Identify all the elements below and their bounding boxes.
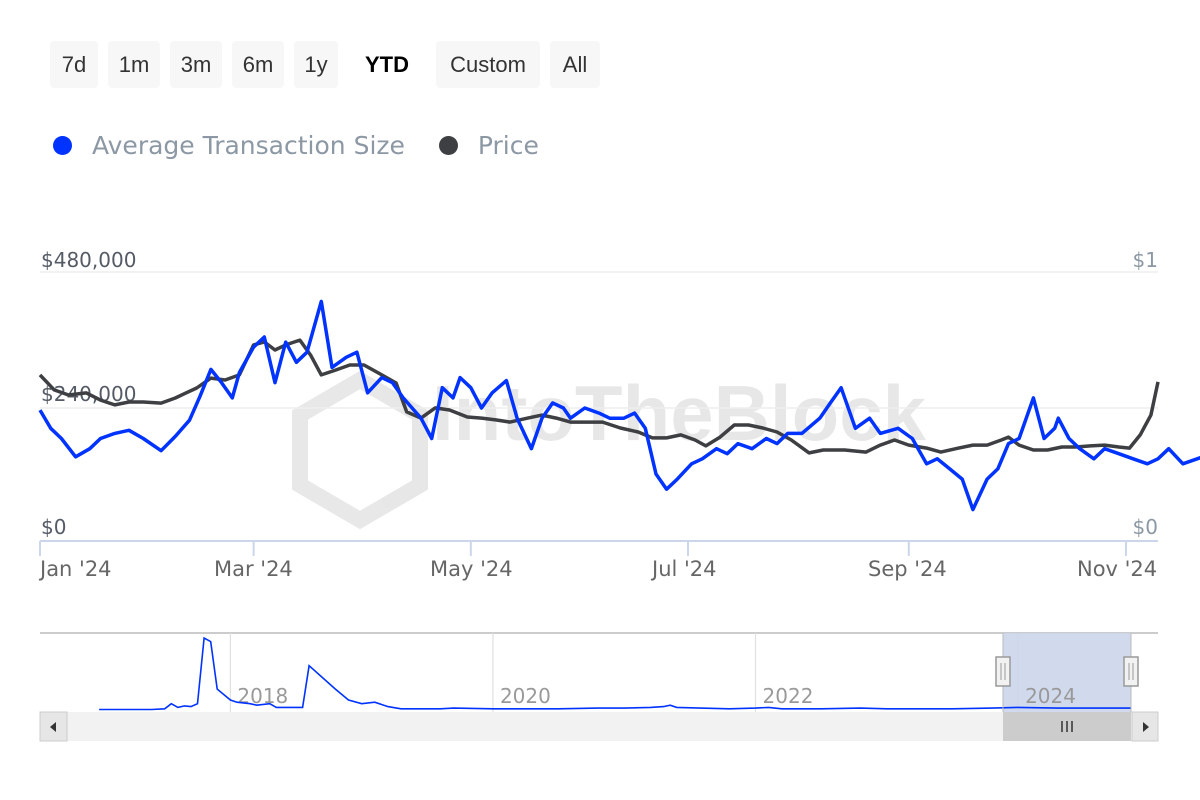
scroll-right-button[interactable] — [1131, 711, 1159, 742]
scrollbar-track[interactable] — [40, 712, 1158, 741]
navigator-year-label: 2024 — [1025, 684, 1076, 708]
scroll-left-button[interactable] — [39, 711, 68, 742]
navigator-year-labels: 2018 2020 2022 2024 — [237, 684, 1076, 708]
watermark: IntoTheBlock — [292, 369, 927, 530]
navigator-handle-left[interactable] — [995, 656, 1011, 687]
navigator-year-label: 2020 — [500, 684, 551, 708]
navigator-year-label: 2022 — [763, 684, 814, 708]
chart-canvas: IntoTheBlock 2018 2020 2022 2024 — [38, 271, 1200, 742]
navigator-handle-right[interactable] — [1123, 656, 1139, 687]
scrollbar[interactable] — [39, 711, 1159, 742]
x-axis-ticks — [39, 541, 1127, 556]
navigator: 2018 2020 2022 2024 — [39, 632, 1159, 742]
